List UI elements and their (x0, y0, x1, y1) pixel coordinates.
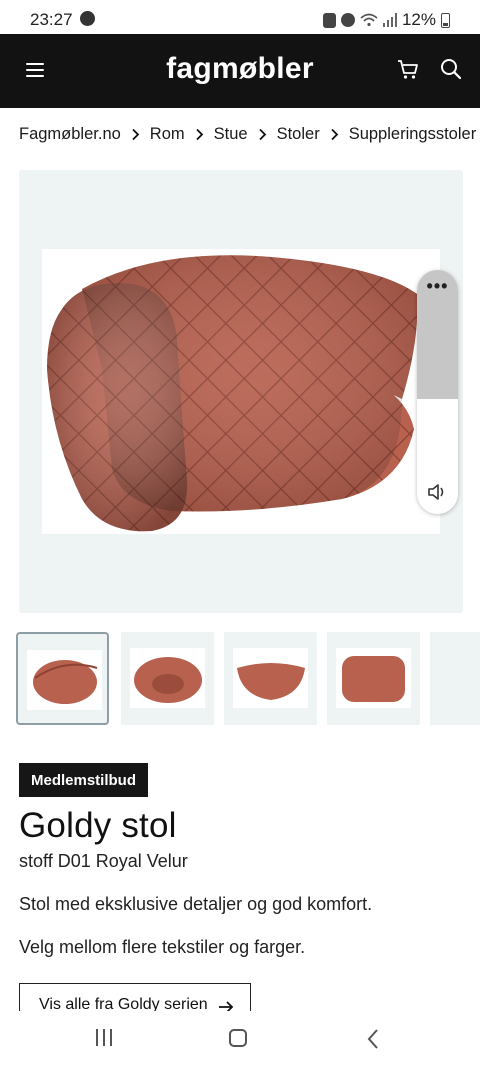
product-image[interactable] (19, 170, 463, 613)
thumbnail-2[interactable] (121, 632, 214, 725)
back-button[interactable] (366, 1028, 380, 1050)
status-icons: 12% (322, 10, 450, 30)
breadcrumb-home[interactable]: Fagmøbler.no (19, 125, 121, 144)
thumbnail-4[interactable] (327, 632, 420, 725)
volume-panel[interactable]: ••• (417, 270, 458, 514)
wifi-icon (360, 13, 378, 27)
product-title: Goldy stol (19, 806, 177, 845)
chair-illustration (47, 255, 418, 532)
notification-icon (80, 11, 95, 26)
alarm-icon (340, 13, 355, 27)
lock-icon (322, 12, 336, 28)
thumbnail-1[interactable] (16, 632, 109, 725)
recent-apps-button[interactable] (96, 1029, 112, 1046)
site-header: fagmøbler (0, 34, 480, 108)
home-button[interactable] (229, 1029, 247, 1047)
member-offer-badge: Medlemstilbud (19, 763, 148, 797)
breadcrumb-suppleringsstoler[interactable]: Suppleringsstoler (349, 125, 477, 144)
system-nav-bar (0, 1011, 480, 1067)
thumbnail-5[interactable] (430, 632, 480, 725)
status-bar: 23:27 12% (0, 0, 480, 36)
chevron-right-icon (330, 128, 339, 141)
status-time: 23:27 (30, 10, 73, 29)
search-icon[interactable] (440, 58, 462, 80)
chevron-right-icon (195, 128, 204, 141)
battery-icon (441, 12, 450, 28)
volume-icon[interactable] (427, 482, 449, 502)
thumbnail-strip (16, 630, 480, 728)
product-description: Stol med eksklusive detaljer og god komf… (19, 894, 373, 914)
cart-icon[interactable] (396, 58, 420, 80)
chevron-right-icon (131, 128, 140, 141)
more-options-icon[interactable]: ••• (417, 277, 458, 295)
product-variant: stoff D01 Royal Velur (19, 851, 188, 871)
signal-icon (382, 13, 397, 27)
product-photo (42, 249, 440, 534)
chevron-right-icon (258, 128, 267, 141)
thumbnail-3[interactable] (224, 632, 317, 725)
breadcrumb-rom[interactable]: Rom (150, 125, 185, 144)
battery-text: 12% (401, 10, 436, 29)
product-description-secondary: Velg mellom flere tekstiler og farger. (19, 937, 306, 957)
breadcrumb: Fagmøbler.no Rom Stue Stoler Supplerings… (19, 125, 480, 144)
breadcrumb-stoler[interactable]: Stoler (277, 125, 320, 144)
breadcrumb-stue[interactable]: Stue (214, 125, 248, 144)
